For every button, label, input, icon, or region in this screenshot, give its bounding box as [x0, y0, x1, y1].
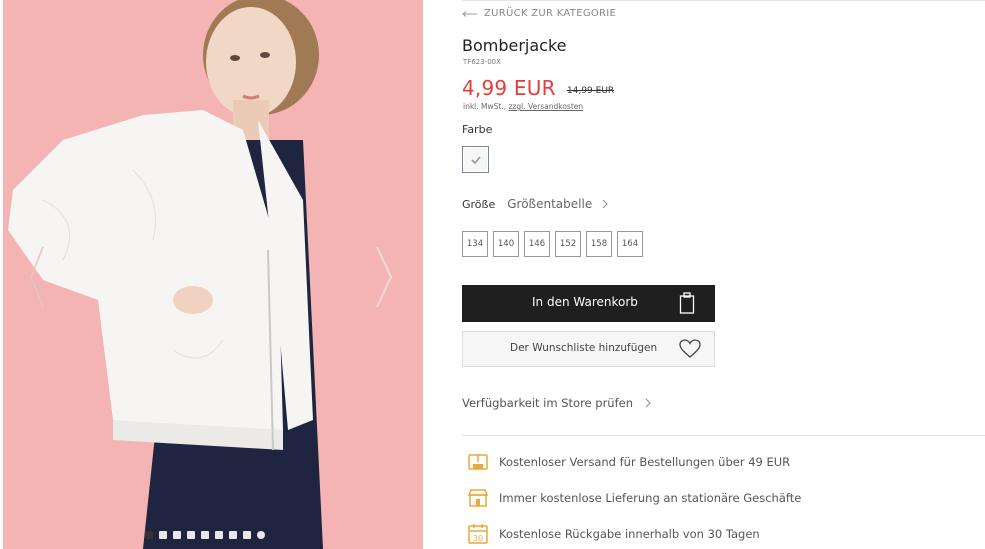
gallery-dot[interactable]: [173, 531, 181, 539]
heart-icon: [679, 339, 701, 362]
benefit-free-shipping: Kostenloser Versand für Bestellungen übe…: [467, 451, 790, 473]
gallery-pagination: [145, 531, 265, 539]
arrow-left-icon: [462, 10, 477, 17]
back-to-category-link[interactable]: ZURÜCK ZUR KATEGORIE: [462, 8, 616, 19]
benefit-text: Immer kostenlose Lieferung an stationäre…: [499, 491, 802, 505]
size-option-button[interactable]: 158: [586, 231, 612, 257]
product-details: ZURÜCK ZUR KATEGORIE Bomberjacke TF623-0…: [462, 0, 985, 549]
svg-text:30: 30: [473, 534, 483, 543]
store-availability-link[interactable]: Verfügbarkeit im Store prüfen: [462, 396, 651, 410]
next-image-arrow-icon[interactable]: [373, 245, 395, 313]
checkmark-icon: [470, 155, 481, 164]
gallery-dot[interactable]: [257, 531, 265, 539]
tax-note: inkl. MwSt., zzgl. Versandkosten: [463, 102, 583, 111]
chevron-right-icon: [602, 199, 608, 209]
color-label: Farbe: [462, 123, 493, 136]
gallery-dot[interactable]: [243, 531, 251, 539]
benefit-text: Kostenloser Versand für Bestellungen übe…: [499, 455, 791, 469]
size-options: 134 140 146 152 158 164: [462, 231, 643, 257]
back-link-label: ZURÜCK ZUR KATEGORIE: [484, 8, 617, 19]
current-price: 4,99 EUR: [462, 76, 556, 100]
size-option-button[interactable]: 134: [462, 231, 488, 257]
top-divider: [462, 0, 985, 1]
size-label: Größe: [462, 197, 496, 211]
add-to-cart-button[interactable]: In den Warenkorb: [462, 285, 715, 322]
section-divider: [462, 435, 985, 436]
truck-box-icon: [467, 451, 489, 473]
size-header: Größe Größentabelle: [462, 197, 608, 211]
size-option-button[interactable]: 146: [524, 231, 550, 257]
benefit-store-delivery: Immer kostenlose Lieferung an stationäre…: [467, 487, 801, 509]
gallery-dot[interactable]: [145, 531, 153, 539]
size-option-button[interactable]: 164: [617, 231, 643, 257]
chevron-right-icon: [645, 398, 651, 408]
tax-text: inkl. MwSt.,: [463, 102, 507, 111]
calendar-30-icon: 30: [467, 523, 489, 545]
product-sku: TF623-00X: [463, 58, 501, 66]
store-icon: [467, 487, 489, 509]
add-to-cart-label: In den Warenkorb: [532, 295, 638, 309]
store-availability-label: Verfügbarkeit im Store prüfen: [462, 396, 634, 410]
add-to-wishlist-label: Der Wunschliste hinzufügen: [510, 342, 658, 354]
color-swatch-white[interactable]: [462, 146, 489, 173]
product-photo: [3, 0, 423, 549]
gallery-dot[interactable]: [187, 531, 195, 539]
gallery-dot[interactable]: [215, 531, 223, 539]
benefit-text: Kostenlose Rückgabe innerhalb von 30 Tag…: [499, 527, 760, 541]
size-chart-label: Größentabelle: [507, 197, 593, 211]
original-price: 14,99 EUR: [567, 86, 615, 96]
size-option-button[interactable]: 152: [555, 231, 581, 257]
gallery-dot[interactable]: [229, 531, 237, 539]
product-title: Bomberjacke: [462, 36, 567, 55]
gallery-dot[interactable]: [201, 531, 209, 539]
size-option-button[interactable]: 140: [493, 231, 519, 257]
gallery-dot[interactable]: [159, 531, 167, 539]
size-chart-link[interactable]: Größentabelle: [507, 197, 608, 211]
product-image-gallery: [3, 0, 423, 549]
shipping-costs-link[interactable]: zzgl. Versandkosten: [509, 102, 584, 111]
shopping-bag-icon: [679, 292, 695, 317]
previous-image-arrow-icon[interactable]: [29, 245, 45, 313]
add-to-wishlist-button[interactable]: Der Wunschliste hinzufügen: [462, 331, 715, 367]
benefit-free-returns: 30 Kostenlose Rückgabe innerhalb von 30 …: [467, 523, 760, 545]
